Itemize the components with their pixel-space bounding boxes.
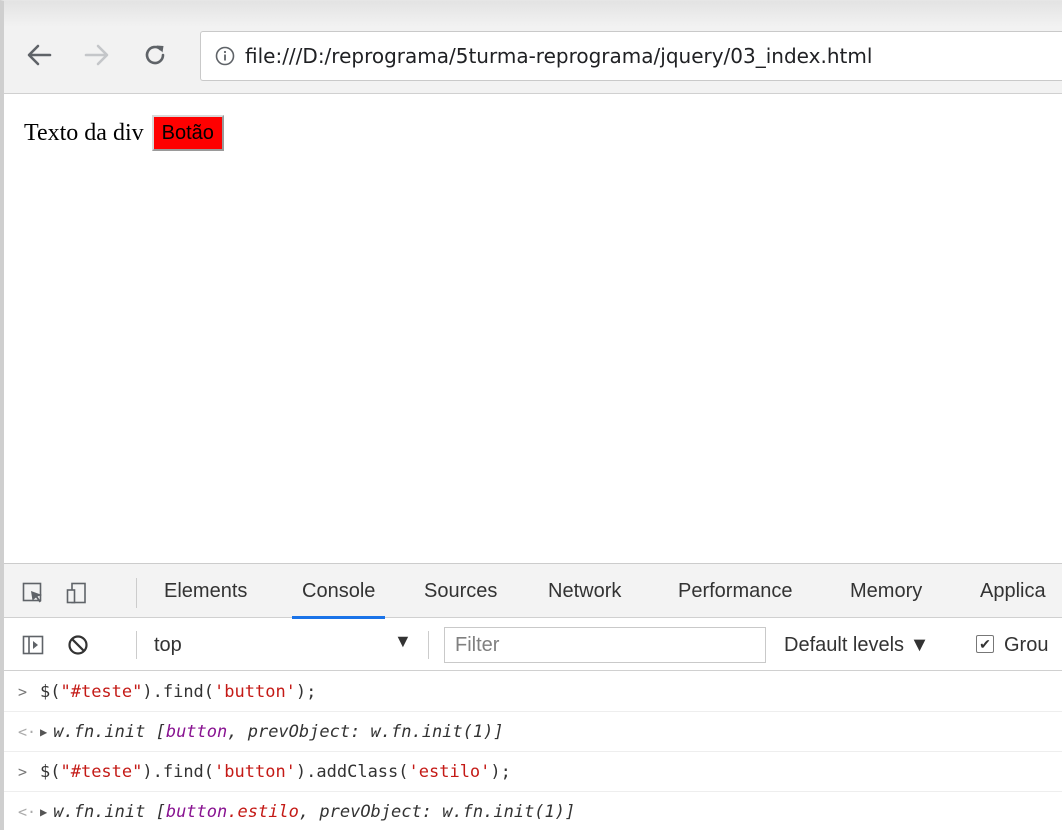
result-element: button <box>165 722 228 742</box>
url-text[interactable]: file:///D:/reprograma/5turma-reprograma/… <box>245 44 872 68</box>
info-icon[interactable] <box>215 46 235 66</box>
code-string: 'estilo' <box>408 762 491 782</box>
devtools-panel: Elements Console Sources Network Perform… <box>4 563 1062 830</box>
device-toolbar-icon[interactable] <box>66 582 88 604</box>
console-output-line[interactable]: <· ▶ w.fn.init [button, prevObject: w.fn.… <box>4 712 1062 752</box>
result-text: w.fn.init [ <box>53 802 166 822</box>
code-text: ); <box>490 762 511 782</box>
tab-performance[interactable]: Performance <box>678 564 793 618</box>
console-input-line: > $("#teste").find('button').addClass('e… <box>4 752 1062 792</box>
tab-console[interactable]: Console <box>291 564 386 619</box>
browser-window: file:///D:/reprograma/5turma-reprograma/… <box>0 0 1062 830</box>
div-text: Texto da div <box>24 119 144 146</box>
clear-console-icon[interactable] <box>66 633 90 657</box>
code-text: ).addClass( <box>295 762 409 782</box>
input-prompt-icon: > <box>18 683 28 701</box>
result-text: w.fn.init [ <box>53 722 166 742</box>
code-string: 'button' <box>214 762 296 782</box>
console-input-line: > $("#teste").find('button'); <box>4 672 1062 712</box>
reload-icon <box>145 45 165 65</box>
context-dropdown-arrow-icon[interactable]: ▼ <box>394 631 412 652</box>
inspect-element-icon[interactable] <box>22 582 44 604</box>
input-prompt-icon: > <box>18 763 28 781</box>
code-text: ).find( <box>142 762 215 782</box>
code-text: ).find( <box>142 682 215 702</box>
code-string: 'button' <box>214 682 296 702</box>
result-text: , prevObject: w.fn.init(1)] <box>298 802 576 822</box>
console-toolbar: top ▼ Default levels ▼ ✔ Grou <box>4 619 1062 671</box>
tab-elements[interactable]: Elements <box>164 564 247 618</box>
arrow-right-icon <box>84 44 109 66</box>
forward-button[interactable] <box>80 35 114 75</box>
tab-application[interactable]: Applica <box>980 564 1046 618</box>
output-prompt-icon: <· <box>18 803 37 821</box>
tab-memory[interactable]: Memory <box>850 564 922 618</box>
code-string: "#teste" <box>60 762 143 782</box>
context-selector[interactable]: top <box>154 619 182 671</box>
group-similar-label: Grou <box>1004 634 1049 656</box>
code-string: "#teste" <box>60 682 143 702</box>
code-text: $( <box>40 682 61 702</box>
checkmark-icon: ✔ <box>979 636 991 652</box>
console-output-line[interactable]: <· ▶ w.fn.init [button.estilo, prevObject… <box>4 792 1062 830</box>
result-element: button <box>165 802 228 822</box>
console-sidebar-icon[interactable] <box>22 634 44 656</box>
code-text: $( <box>40 762 61 782</box>
address-bar[interactable]: file:///D:/reprograma/5turma-reprograma/… <box>200 31 1062 81</box>
reload-button[interactable] <box>138 35 172 75</box>
default-levels-dropdown[interactable]: Default levels ▼ <box>784 619 929 671</box>
code-text: ); <box>295 682 317 702</box>
expand-triangle-icon[interactable]: ▶ <box>40 725 47 739</box>
page-button[interactable]: Botão <box>151 115 224 151</box>
teste-div: Texto da div Botão <box>24 115 224 151</box>
expand-triangle-icon[interactable]: ▶ <box>40 805 47 819</box>
tab-sources[interactable]: Sources <box>424 564 497 618</box>
back-button[interactable] <box>22 35 56 75</box>
filter-input[interactable] <box>444 627 766 663</box>
result-text: , prevObject: w.fn.init(1)] <box>227 722 504 742</box>
console-output: > $("#teste").find('button'); <· ▶ w.fn.i… <box>4 672 1062 830</box>
result-class: .estilo <box>227 802 299 822</box>
arrow-left-icon <box>27 44 52 66</box>
group-similar-checkbox[interactable]: ✔ <box>976 635 994 653</box>
page-content: Texto da div Botão <box>4 95 1062 563</box>
tab-network[interactable]: Network <box>548 564 621 618</box>
devtools-tabbar: Elements Console Sources Network Perform… <box>4 564 1062 619</box>
browser-toolbar: file:///D:/reprograma/5turma-reprograma/… <box>4 1 1062 94</box>
output-prompt-icon: <· <box>18 723 37 741</box>
